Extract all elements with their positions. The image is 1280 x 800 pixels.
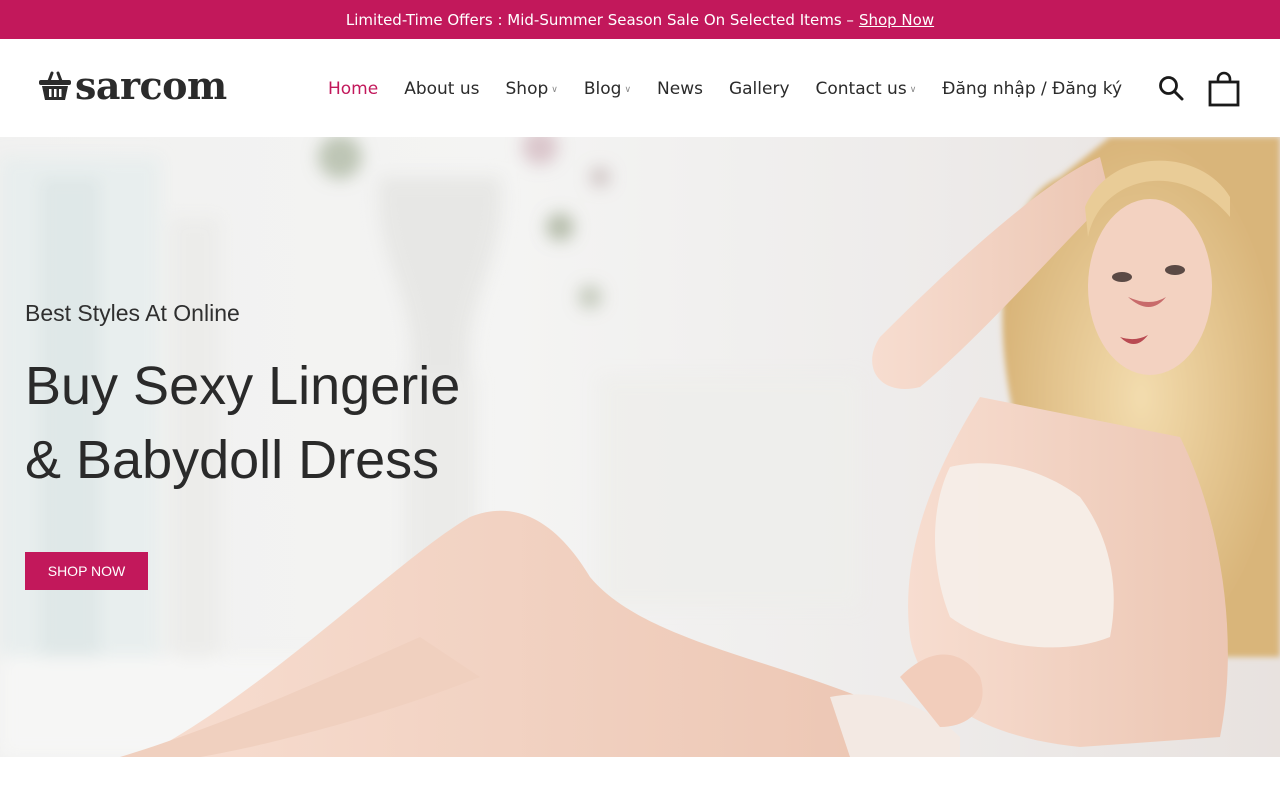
shopping-bag-icon[interactable]	[1208, 71, 1240, 107]
basket-icon	[39, 71, 71, 100]
search-icon[interactable]	[1158, 75, 1184, 101]
brand-name: sarcom	[75, 63, 227, 108]
promo-bar: Limited-Time Offers : Mid-Summer Season …	[0, 0, 1280, 39]
promo-text: Limited-Time Offers : Mid-Summer Season …	[345, 10, 854, 29]
nav-about-us-label: About us	[404, 79, 480, 99]
nav-contact-us-label: Contact us	[815, 79, 907, 99]
nav-login-register-label: Đăng nhập / Đăng ký	[942, 79, 1123, 99]
nav-gallery[interactable]: Gallery	[729, 79, 790, 99]
nav-login-register[interactable]: Đăng nhập / Đăng ký	[942, 79, 1122, 99]
nav-home-label: Home	[328, 79, 379, 99]
hero-subtitle: Best Styles At Online	[25, 300, 240, 326]
nav-home[interactable]: Home	[328, 79, 378, 99]
nav-shop[interactable]: Shop ∨	[506, 79, 558, 99]
main-nav: Home About us Shop ∨ Blog ∨ News Gallery…	[328, 76, 1148, 102]
nav-blog[interactable]: Blog ∨	[584, 79, 631, 99]
nav-blog-label: Blog	[583, 79, 622, 99]
promo-shop-now-link[interactable]: Shop Now	[859, 11, 934, 29]
hero-title: Buy Sexy Lingerie & Babydoll Dress	[25, 349, 545, 497]
chevron-down-icon: ∨	[624, 84, 632, 95]
nav-contact-us[interactable]: Contact us ∨	[816, 79, 917, 99]
shop-now-button[interactable]: SHOP NOW	[25, 552, 148, 590]
chevron-down-icon: ∨	[551, 84, 558, 95]
hero-title-line1: Buy Sexy Lingerie	[25, 356, 461, 416]
nav-news-label: News	[657, 79, 703, 99]
nav-shop-label: Shop	[505, 79, 549, 99]
logo[interactable]: sarcom	[38, 67, 227, 105]
hero-title-line2: & Babydoll Dress	[25, 430, 440, 490]
nav-about-us[interactable]: About us	[404, 79, 479, 99]
nav-news[interactable]: News	[657, 79, 703, 99]
site-header: sarcom Home About us Shop ∨ Blog ∨ News …	[0, 39, 1280, 137]
hero-banner: Best Styles At Online Buy Sexy Lingerie …	[0, 137, 1280, 757]
nav-gallery-label: Gallery	[728, 79, 790, 99]
chevron-down-icon: ∨	[909, 84, 917, 95]
